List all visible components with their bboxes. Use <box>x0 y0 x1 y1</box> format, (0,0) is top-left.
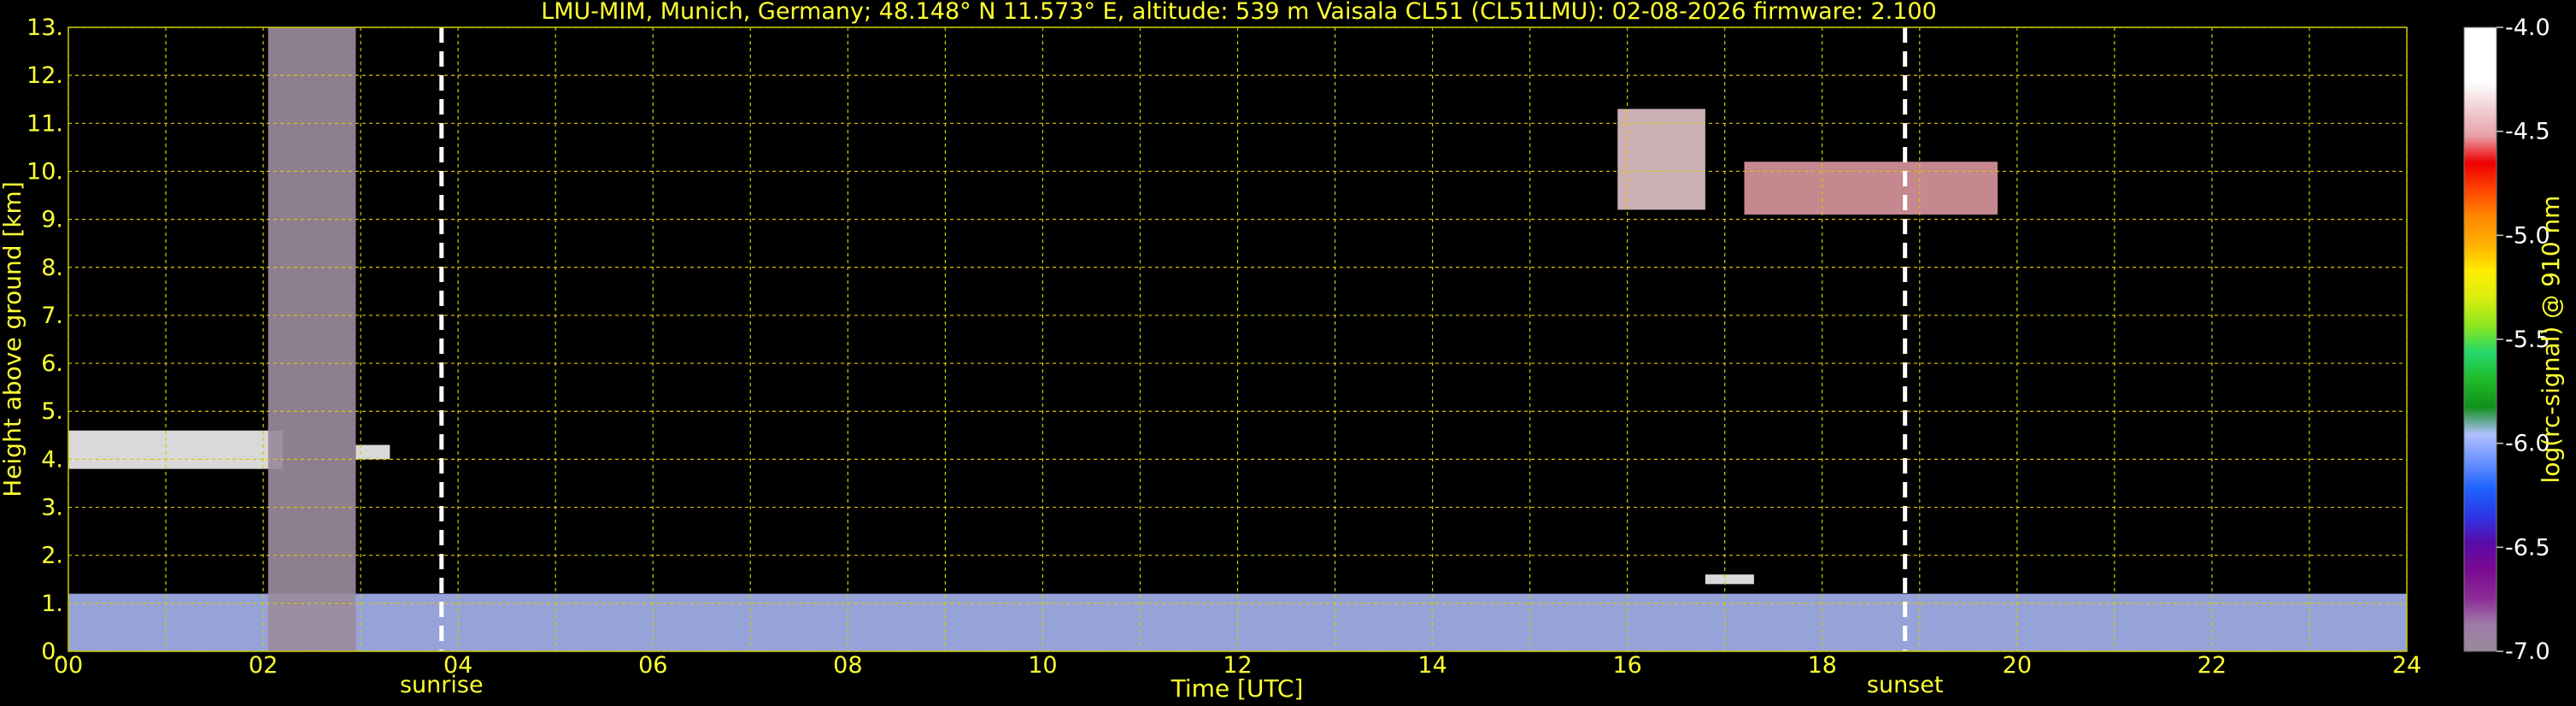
x-tick-label: 02 <box>249 652 278 679</box>
x-tick-label: 04 <box>443 652 472 679</box>
colorbar-tick-label: -4.0 <box>2505 15 2550 41</box>
y-tick-label: 3. <box>41 495 63 521</box>
x-tick-label: 08 <box>833 652 862 679</box>
y-tick-label: 6. <box>41 350 63 377</box>
y-tick-label: 7. <box>41 303 63 329</box>
y-tick-label: 8. <box>41 255 63 281</box>
y-tick-label: 10. <box>26 158 63 185</box>
plot-background <box>68 27 2407 651</box>
y-tick-label: 1. <box>41 591 63 617</box>
colorbar-tick-label: -6.5 <box>2505 534 2550 561</box>
x-tick-label: 20 <box>2003 652 2032 679</box>
colorbar-label: log(rc-signal) @ 910 nm <box>2537 196 2565 484</box>
chart-title: LMU-MIM, Munich, Germany; 48.148° N 11.5… <box>541 0 1937 25</box>
ceilometer-chart: LMU-MIM, Munich, Germany; 48.148° N 11.5… <box>0 0 2565 703</box>
y-axis: 0. 1. 2. 3. 4. 5. 6. 7. 8. 9. 10. 11. 12. 13. <box>26 15 63 665</box>
y-tick-label: 13. <box>26 15 63 41</box>
data-gap-region <box>267 27 356 651</box>
x-tick-label: 14 <box>1417 652 1446 679</box>
colorbar-tick-label: -4.5 <box>2505 119 2550 145</box>
y-tick-label: 2. <box>41 543 63 569</box>
x-tick-label: 10 <box>1028 652 1057 679</box>
x-tick-label: 24 <box>2392 652 2421 679</box>
colorbar-gradient <box>2464 27 2497 651</box>
colorbar: -4.0-4.5-5.0-5.5-6.0-6.5-7.0 log(rc-sign… <box>2463 15 2565 665</box>
x-tick-label: 22 <box>2198 652 2227 679</box>
y-tick-label: 5. <box>41 398 63 425</box>
x-tick-label: 06 <box>638 652 667 679</box>
y-tick-label: 0. <box>41 638 63 665</box>
y-tick-label: 11. <box>26 110 63 137</box>
cloud-region <box>1744 162 1998 215</box>
x-tick-label: 16 <box>1612 652 1641 679</box>
y-tick-label: 9. <box>41 207 63 233</box>
colorbar-tick-label: -7.0 <box>2505 638 2550 665</box>
plot-area: sunrise sunset <box>67 26 2408 698</box>
y-tick-label: 12. <box>26 62 63 89</box>
cloud-region <box>68 430 283 469</box>
cloud-region <box>1705 574 1754 585</box>
x-axis-label: Time [UTC] <box>1171 674 1304 703</box>
y-axis-label: Height above ground [km] <box>0 181 26 497</box>
x-tick-label: 18 <box>1808 652 1837 679</box>
y-tick-label: 4. <box>41 446 63 473</box>
sunset-label: sunset <box>1867 672 1944 698</box>
cloud-region <box>1617 109 1705 210</box>
